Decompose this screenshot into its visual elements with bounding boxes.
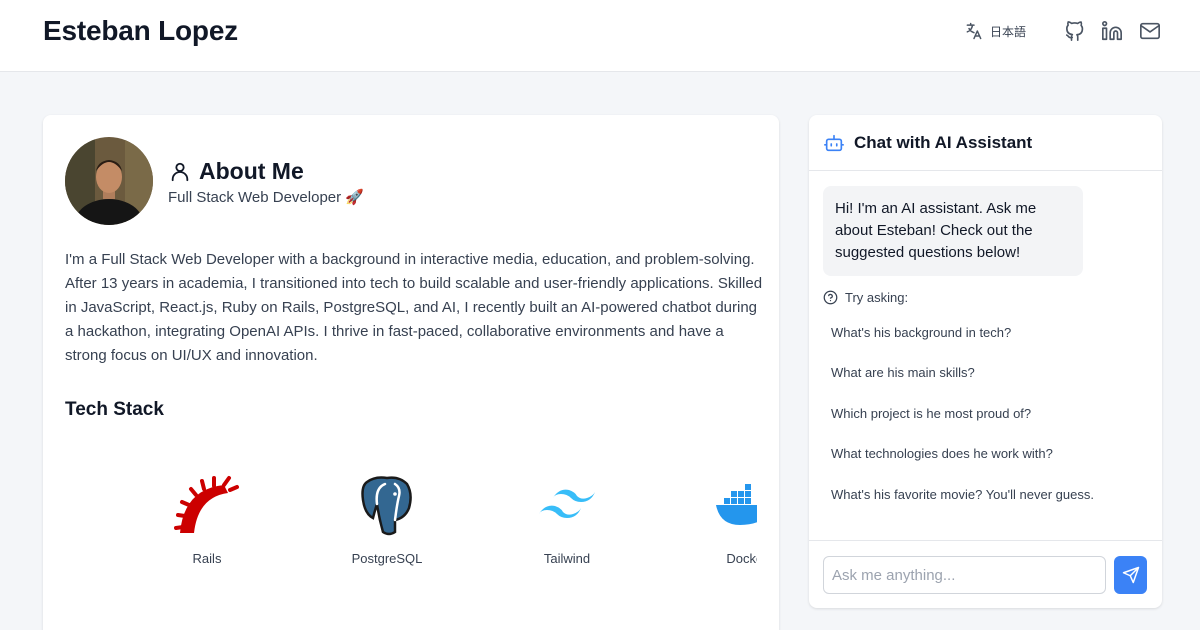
about-card: About Me Full Stack Web Developer 🚀 I'm … — [43, 115, 779, 630]
language-toggle-button[interactable]: 日本語 — [964, 21, 1026, 41]
tech-item-rails: Rails — [147, 470, 267, 566]
postgresql-logo-icon — [361, 476, 412, 536]
tech-label: Tailwind — [543, 551, 591, 566]
tech-item-tailwind: Tailwind — [507, 470, 627, 566]
suggested-question[interactable]: What technologies does he work with? — [823, 440, 1143, 467]
chat-header: Chat with AI Assistant — [809, 115, 1162, 171]
about-subtitle: Full Stack Web Developer 🚀 — [168, 189, 364, 206]
tailwind-logo-icon — [539, 489, 595, 518]
about-title-row: About Me — [169, 158, 304, 185]
about-title: About Me — [199, 158, 304, 184]
suggested-question[interactable]: What are his main skills? — [823, 359, 1143, 386]
tech-item-docker: Docker — [687, 470, 757, 566]
try-asking-label: Try asking: — [845, 290, 909, 305]
email-link[interactable] — [1138, 20, 1162, 42]
avatar — [65, 137, 153, 225]
send-icon — [1122, 566, 1139, 584]
site-header: Esteban Lopez 日本語 — [0, 0, 1200, 72]
github-icon — [1065, 21, 1084, 41]
chat-panel: Chat with AI Assistant Hi! I'm an AI ass… — [809, 115, 1162, 608]
linkedin-link[interactable] — [1100, 20, 1124, 42]
tech-label: PostgreSQL — [351, 551, 423, 566]
suggested-question[interactable]: What's his favorite movie? You'll never … — [823, 481, 1143, 508]
send-button[interactable] — [1114, 556, 1147, 594]
translate-icon — [966, 22, 982, 40]
mail-icon — [1140, 22, 1160, 40]
tech-stack-heading: Tech Stack — [65, 399, 164, 420]
bio-paragraph: I'm a Full Stack Web Developer with a ba… — [65, 251, 763, 364]
chat-title: Chat with AI Assistant — [854, 132, 1033, 152]
docker-logo-icon — [716, 484, 757, 525]
tech-stack-carousel[interactable]: Rails PostgreSQL Tailwind Dock — [65, 470, 757, 580]
tech-label: Rails — [192, 551, 222, 566]
help-circle-icon — [823, 290, 838, 305]
robot-icon — [824, 134, 844, 151]
header-actions: 日本語 — [964, 20, 1162, 42]
user-icon — [171, 162, 189, 181]
tech-label: Docker — [726, 551, 757, 566]
site-title: Esteban Lopez — [43, 15, 238, 46]
rails-logo-icon — [174, 476, 239, 533]
suggested-question[interactable]: Which project is he most proud of? — [823, 400, 1143, 427]
linkedin-icon — [1102, 21, 1122, 41]
tech-item-postgresql: PostgreSQL — [327, 470, 447, 566]
suggested-question[interactable]: What's his background in tech? — [823, 319, 1143, 346]
chat-message-input[interactable] — [823, 556, 1106, 594]
chat-input-bar — [809, 540, 1162, 608]
language-label: 日本語 — [989, 24, 1026, 39]
github-link[interactable] — [1064, 20, 1086, 42]
assistant-message: Hi! I'm an AI assistant. Ask me about Es… — [823, 186, 1083, 276]
suggestions-label-row: Try asking: — [823, 290, 908, 305]
